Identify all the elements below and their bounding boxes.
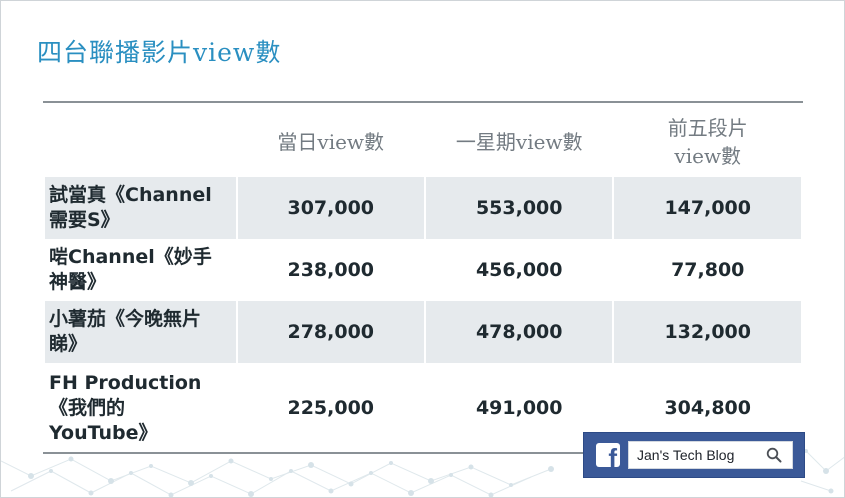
header-cell-top5-line-2: view數 xyxy=(674,144,742,168)
channel-name-cell: 試當真《Channel 需要S》 xyxy=(45,177,236,239)
table-bottom-rule xyxy=(43,452,583,454)
facebook-logo-letter: f xyxy=(608,443,617,473)
weekly-views-cell: 553,000 xyxy=(425,177,613,239)
daily-views-cell: 238,000 xyxy=(287,259,375,281)
table-header-row: 當日view數 一星期view數 前五段片 view數 xyxy=(45,107,801,177)
views-table: 當日view數 一星期view數 前五段片 view數 試當真《Channel … xyxy=(43,107,803,453)
channel-name-line: 試當真《Channel xyxy=(49,184,212,206)
facebook-search-bar: f Jan's Tech Blog xyxy=(583,432,805,478)
weekly-views-cell: 478,000 xyxy=(425,301,613,363)
channel-name-line: 睇》 xyxy=(49,333,88,355)
channel-name-line: 《我們的 xyxy=(49,396,126,419)
search-input[interactable]: Jan's Tech Blog xyxy=(628,441,793,469)
header-cell-daily: 當日view數 xyxy=(277,130,385,154)
table-row: 啱Channel《妙手 神醫》 238,000 456,000 77,800 xyxy=(45,239,801,301)
daily-views-cell: 278,000 xyxy=(237,301,424,363)
channel-name-cell: 小薯茄《今晚無片 睇》 xyxy=(45,301,236,363)
top5-views-cell: 147,000 xyxy=(614,177,801,239)
slide-frame: 四台聯播影片view數 當日view數 一星期view數 前五段片 view數 xyxy=(0,0,845,498)
header-cell-name xyxy=(45,107,236,177)
search-query-text: Jan's Tech Blog xyxy=(637,447,735,463)
search-icon[interactable] xyxy=(766,447,782,467)
header-cell-weekly: 一星期view數 xyxy=(455,130,583,154)
channel-name-cell: 啱Channel《妙手 神醫》 xyxy=(45,239,236,301)
table-top-rule xyxy=(43,101,803,103)
header-cell-top5: 前五段片 view數 xyxy=(614,107,801,177)
top5-views-cell: 132,000 xyxy=(614,301,801,363)
channel-name-line: 啱Channel《妙手 xyxy=(49,246,212,268)
channel-name-line: 小薯茄《今晚無片 xyxy=(49,308,202,330)
table-row: 小薯茄《今晚無片 睇》 278,000 478,000 132,000 xyxy=(45,301,801,363)
weekly-views-cell: 456,000 xyxy=(475,259,563,281)
daily-views-cell: 307,000 xyxy=(237,177,424,239)
facebook-icon[interactable]: f xyxy=(596,443,620,471)
header-cell-top5-line-1: 前五段片 xyxy=(667,116,748,140)
top5-views-cell: 77,800 xyxy=(671,259,745,281)
channel-name-line: FH Production xyxy=(49,371,202,394)
channel-name-line: 需要S》 xyxy=(49,209,120,231)
page-title: 四台聯播影片view數 xyxy=(37,38,282,67)
channel-name-line: 神醫》 xyxy=(49,271,107,293)
table-row: 試當真《Channel 需要S》 307,000 553,000 147,000 xyxy=(45,177,801,239)
